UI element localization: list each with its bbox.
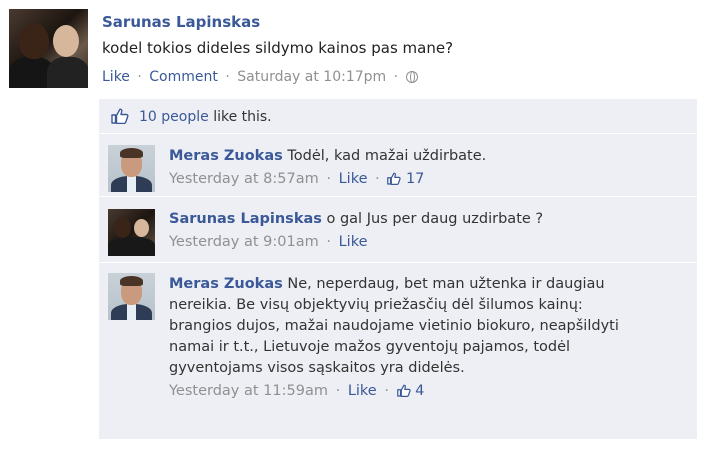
- post-actions: Like · Comment · Saturday at 10:17pm ·: [102, 69, 418, 85]
- commenter-name[interactable]: Meras Zuokas: [169, 148, 283, 164]
- comment-meta: Yesterday at 9:01am · Like: [169, 232, 669, 253]
- separator: ·: [384, 383, 389, 399]
- separator: ·: [393, 69, 399, 85]
- comment-timestamp[interactable]: Yesterday at 8:57am: [169, 171, 319, 187]
- thumbs-up-icon: [387, 172, 402, 185]
- comment-like-count[interactable]: 17: [406, 171, 424, 187]
- globe-icon: [405, 71, 418, 83]
- separator: ·: [326, 234, 331, 250]
- separator: ·: [375, 171, 380, 187]
- comment-item: Sarunas Lapinskas o gal Jus per daug uzd…: [99, 197, 697, 263]
- comment-body: Meras Zuokas Ne, neperdaug, bet man užte…: [169, 274, 639, 402]
- likes-row: 10 people like this.: [99, 99, 697, 134]
- commenter-avatar[interactable]: [108, 145, 155, 192]
- post-author-name[interactable]: Sarunas Lapinskas: [102, 13, 260, 31]
- feedback-box: 10 people like this. Meras Zuokas Todėl,…: [99, 99, 697, 439]
- comment-body: Sarunas Lapinskas o gal Jus per daug uzd…: [169, 209, 669, 253]
- likes-suffix: like this.: [213, 109, 272, 125]
- comment-timestamp[interactable]: Yesterday at 11:59am: [169, 383, 328, 399]
- comment-meta: Yesterday at 8:57am · Like · 17: [169, 169, 669, 190]
- thumbs-up-icon: [111, 108, 129, 124]
- comment-body: Meras Zuokas Todėl, kad mažai uždirbate.…: [169, 146, 669, 190]
- separator: ·: [225, 69, 230, 85]
- likes-summary: 10 people like this.: [139, 109, 272, 125]
- post-author-avatar[interactable]: [9, 9, 88, 88]
- comment-like-link[interactable]: Like: [348, 383, 377, 399]
- comment-like-count[interactable]: 4: [415, 383, 424, 399]
- commenter-avatar[interactable]: [108, 273, 155, 320]
- comment-item: Meras Zuokas Ne, neperdaug, bet man užte…: [99, 263, 697, 439]
- comment-like-link[interactable]: Like: [339, 234, 368, 250]
- commenter-avatar[interactable]: [108, 209, 155, 256]
- comment-timestamp[interactable]: Yesterday at 9:01am: [169, 234, 319, 250]
- commenter-name[interactable]: Sarunas Lapinskas: [169, 211, 322, 227]
- comment-item: Meras Zuokas Todėl, kad mažai uždirbate.…: [99, 134, 697, 197]
- post-timestamp[interactable]: Saturday at 10:17pm: [237, 69, 386, 85]
- commenter-name[interactable]: Meras Zuokas: [169, 276, 283, 292]
- thumbs-up-icon: [396, 384, 411, 397]
- comment-text: Todėl, kad mažai uždirbate.: [287, 148, 487, 164]
- comment-meta: Yesterday at 11:59am · Like · 4: [169, 381, 639, 402]
- post-text: kodel tokios dideles sildymo kainos pas …: [102, 39, 454, 57]
- separator: ·: [335, 383, 341, 399]
- comment-text: o gal Jus per daug uzdirbate ?: [326, 211, 544, 227]
- separator: ·: [326, 171, 331, 187]
- likes-count-link[interactable]: 10 people: [139, 109, 209, 125]
- post-comment-link[interactable]: Comment: [149, 69, 218, 85]
- post-like-link[interactable]: Like: [102, 69, 130, 85]
- separator: ·: [137, 69, 142, 85]
- comment-like-link[interactable]: Like: [339, 171, 368, 187]
